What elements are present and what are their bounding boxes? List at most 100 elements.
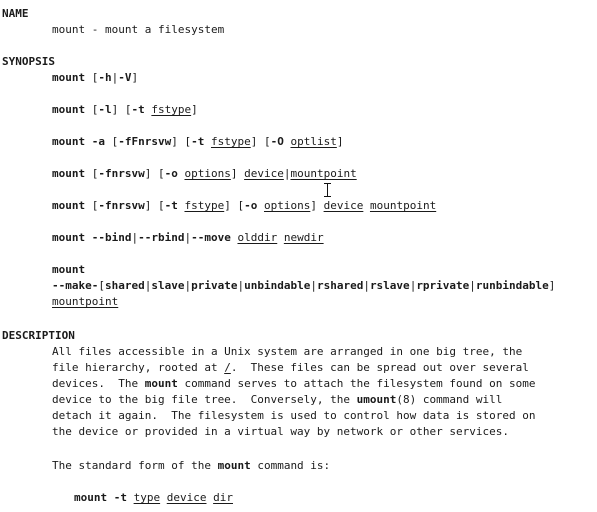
argument: fstype bbox=[184, 199, 225, 212]
text: ] bbox=[336, 135, 344, 148]
option: rslave bbox=[369, 279, 410, 292]
text: [ bbox=[85, 167, 99, 180]
text: [ bbox=[98, 279, 105, 292]
text bbox=[160, 491, 167, 504]
synopsis-line-6: mount --bind|--rbind|--move olddir newdi… bbox=[52, 230, 324, 246]
option: -a bbox=[91, 135, 105, 148]
text bbox=[257, 199, 264, 212]
text: [ bbox=[85, 103, 99, 116]
synopsis-line-4: mount [-fnrsvw] [-o options] device|moun… bbox=[52, 166, 357, 182]
option: -h bbox=[98, 71, 112, 84]
text: device to the big file tree. Conversely,… bbox=[52, 393, 357, 406]
section-heading-synopsis: SYNOPSIS bbox=[2, 55, 55, 68]
text: The standard form of the bbox=[52, 459, 218, 472]
text: ] [ bbox=[224, 199, 245, 212]
text: ] bbox=[310, 199, 324, 212]
option: runbindable bbox=[475, 279, 549, 292]
text: ] [ bbox=[111, 103, 132, 116]
option: --bind bbox=[91, 231, 132, 244]
cmd: mount bbox=[52, 231, 86, 244]
description-line-6: the device or provided in a virtual way … bbox=[52, 425, 509, 438]
synopsis-line-1: mount [-h|-V] bbox=[52, 70, 138, 86]
cmd: mount -t bbox=[74, 491, 127, 504]
cmd: mount bbox=[52, 135, 86, 148]
text: ] [ bbox=[144, 199, 165, 212]
option: --move bbox=[191, 231, 231, 244]
argument: / bbox=[224, 361, 231, 374]
option: shared bbox=[104, 279, 145, 292]
argument: options bbox=[263, 199, 311, 212]
text: . These files can be spread out over sev… bbox=[230, 361, 529, 374]
option: -fFnrsvw bbox=[118, 135, 172, 148]
section-heading-name: NAME bbox=[2, 7, 29, 20]
argument: mountpoint bbox=[369, 199, 437, 212]
text: | bbox=[363, 279, 370, 292]
cmd: umount bbox=[356, 393, 397, 406]
text bbox=[363, 199, 370, 212]
option: -l bbox=[98, 103, 112, 116]
example-command: mount -t type device dir bbox=[74, 490, 233, 506]
option: -O bbox=[270, 135, 284, 148]
argument: device bbox=[244, 167, 284, 180]
argument: mountpoint bbox=[52, 295, 119, 308]
option: -t bbox=[164, 199, 178, 212]
argument: type bbox=[133, 491, 161, 504]
description-line-2: file hierarchy, rooted at /. These files… bbox=[52, 360, 529, 376]
option: -o bbox=[164, 167, 178, 180]
cmd: mount bbox=[217, 459, 251, 472]
cmd: mount bbox=[52, 167, 86, 180]
text: | bbox=[310, 279, 317, 292]
description-line-1: All files accessible in a Unix system ar… bbox=[52, 345, 523, 358]
option: -t bbox=[131, 103, 145, 116]
option: slave bbox=[151, 279, 185, 292]
synopsis-line-9: mountpoint bbox=[52, 294, 118, 310]
argument: dir bbox=[213, 491, 233, 504]
text-cursor-icon bbox=[323, 182, 332, 198]
option: -V bbox=[118, 71, 132, 84]
description-line-7: The standard form of the mount command i… bbox=[52, 458, 330, 474]
option: -t bbox=[191, 135, 205, 148]
argument: options bbox=[184, 167, 231, 180]
text: [ bbox=[85, 71, 99, 84]
text: (8) command will bbox=[396, 393, 503, 406]
argument: fstype bbox=[151, 103, 192, 116]
option: unbindable bbox=[244, 279, 311, 292]
text bbox=[85, 135, 92, 148]
argument: olddir bbox=[237, 231, 278, 244]
option: private bbox=[191, 279, 238, 292]
synopsis-line-5: mount [-fnrsvw] [-t fstype] [-o options]… bbox=[52, 198, 436, 214]
section-heading-description: DESCRIPTION bbox=[2, 329, 75, 342]
synopsis-line-3: mount -a [-fFnrsvw] [-t fstype] [-O optl… bbox=[52, 134, 343, 150]
description-line-3: devices. The mount command serves to att… bbox=[52, 376, 535, 392]
option: rshared bbox=[316, 279, 364, 292]
text: ] [ bbox=[250, 135, 271, 148]
argument: device bbox=[166, 491, 207, 504]
argument: optlist bbox=[290, 135, 337, 148]
synopsis-line-7: mount bbox=[52, 263, 86, 276]
text: [ bbox=[105, 135, 119, 148]
text: ] [ bbox=[171, 135, 192, 148]
text bbox=[127, 491, 134, 504]
text bbox=[277, 231, 284, 244]
argument: fstype bbox=[210, 135, 251, 148]
argument: newdir bbox=[283, 231, 324, 244]
option: -fnrsvw bbox=[98, 199, 145, 212]
cmd: mount bbox=[52, 199, 86, 212]
text: command serves to attach the filesystem … bbox=[177, 377, 536, 390]
option: --make- bbox=[52, 279, 99, 292]
cmd: mount bbox=[52, 71, 86, 84]
text: ] bbox=[230, 167, 245, 180]
name-description: mount - mount a filesystem bbox=[52, 23, 225, 36]
cmd: mount bbox=[52, 103, 86, 116]
synopsis-line-2: mount [-l] [-t fstype] bbox=[52, 102, 198, 118]
synopsis-line-8: --make-[shared|slave|private|unbindable|… bbox=[52, 278, 555, 294]
cmd: mount bbox=[144, 377, 178, 390]
description-line-4: device to the big file tree. Conversely,… bbox=[52, 392, 502, 408]
option: -fnrsvw bbox=[98, 167, 145, 180]
text: ] bbox=[548, 279, 556, 292]
argument: mountpoint bbox=[290, 167, 357, 180]
option: -o bbox=[244, 199, 258, 212]
text: command is: bbox=[250, 459, 331, 472]
argument: device bbox=[323, 199, 364, 212]
text: devices. The bbox=[52, 377, 145, 390]
